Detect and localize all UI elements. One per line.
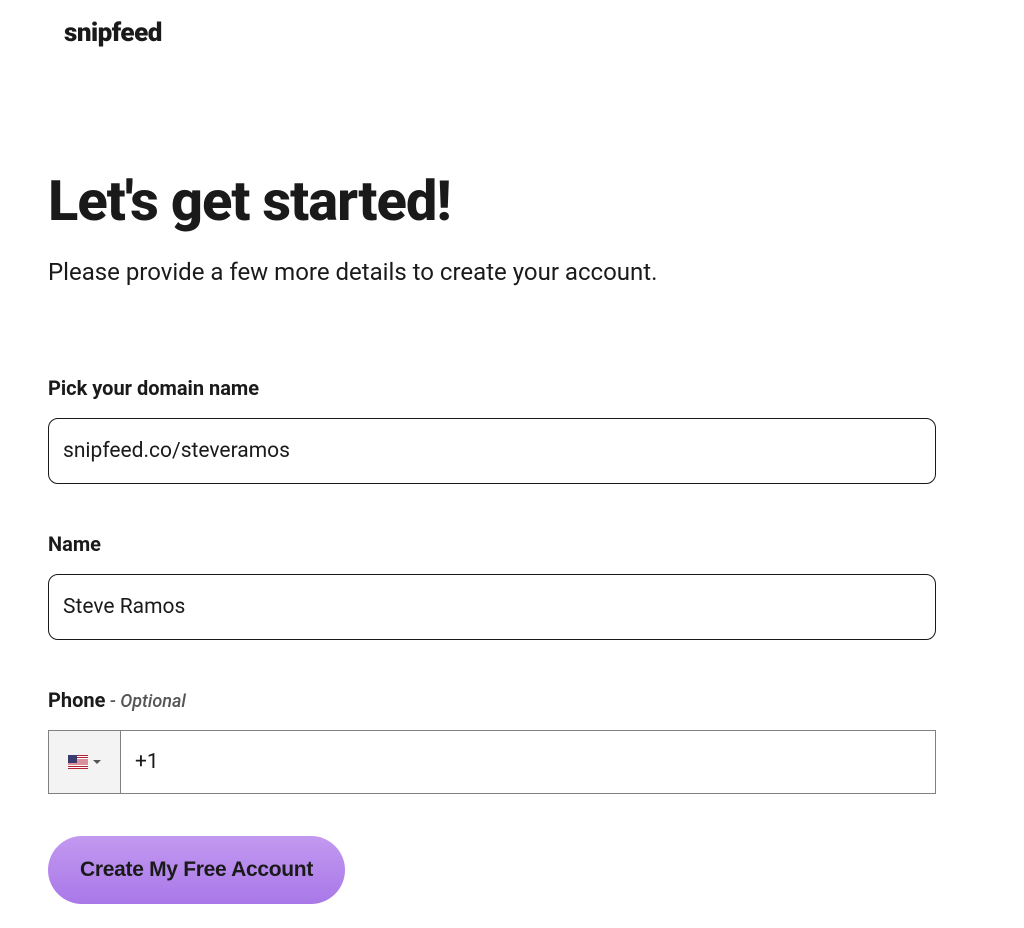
name-input[interactable] [63, 575, 921, 639]
logo: snipfeed [64, 18, 976, 48]
us-flag-icon [68, 755, 88, 769]
domain-input[interactable] [181, 419, 921, 483]
name-input-wrapper[interactable] [48, 574, 936, 640]
create-account-button[interactable]: Create My Free Account [48, 836, 345, 904]
chevron-down-icon [93, 760, 101, 764]
domain-prefix: snipfeed.co/ [63, 439, 181, 463]
phone-label-text: Phone [48, 688, 105, 712]
phone-optional-text: - Optional [105, 691, 185, 712]
signup-form: snipfeed Let's get started! Please provi… [0, 0, 1024, 922]
phone-input-wrapper [48, 730, 936, 794]
page-title: Let's get started! [48, 168, 976, 234]
page-subtitle: Please provide a few more details to cre… [48, 258, 976, 286]
phone-field-group: Phone - Optional [48, 688, 936, 794]
phone-label: Phone - Optional [48, 688, 936, 712]
domain-input-wrapper[interactable]: snipfeed.co/ [48, 418, 936, 484]
phone-input[interactable] [121, 731, 935, 793]
country-selector[interactable] [49, 731, 121, 793]
domain-field-group: Pick your domain name snipfeed.co/ [48, 376, 936, 484]
name-label: Name [48, 532, 936, 556]
name-field-group: Name [48, 532, 936, 640]
domain-label: Pick your domain name [48, 376, 936, 400]
